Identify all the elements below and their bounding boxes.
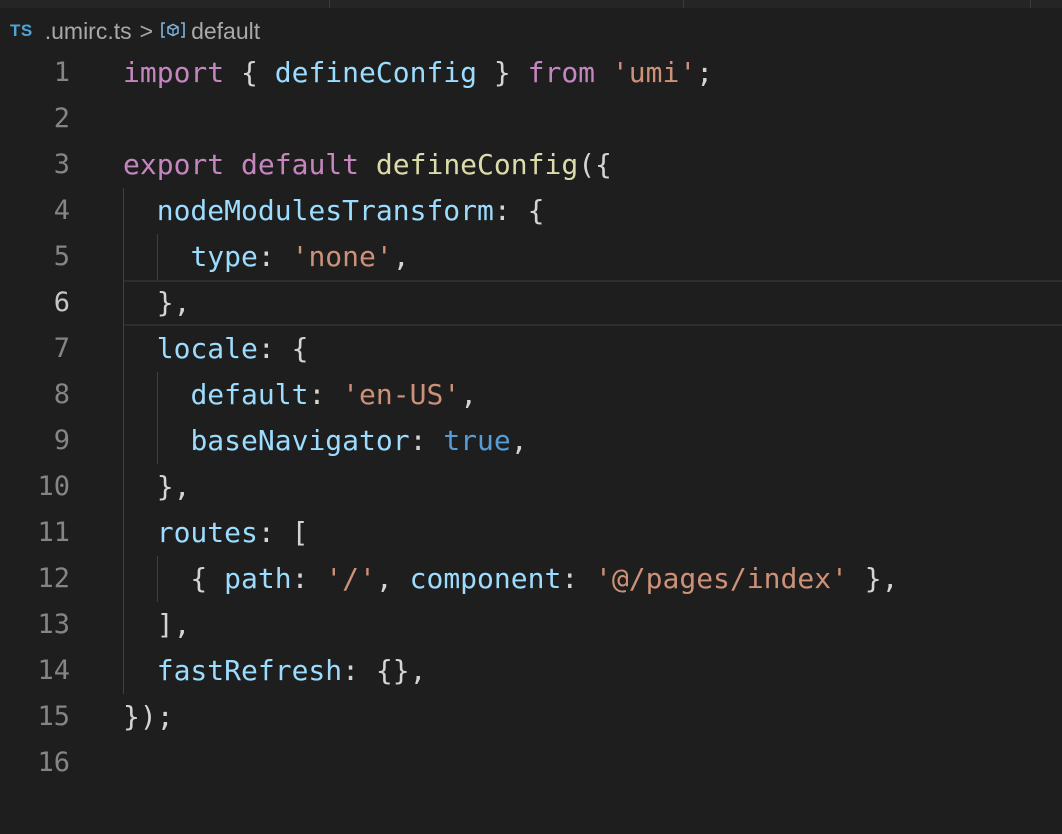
- code-token: ,: [510, 424, 528, 457]
- code-token: locale: [156, 332, 258, 365]
- code-editor[interactable]: TS .umirc.ts > default 1 2 3 4 5 6 7 8 9 10 11 12 13…: [0, 0, 1062, 834]
- code-token: '/': [325, 562, 376, 595]
- code-line[interactable]: });: [123, 694, 174, 740]
- code-token: import: [123, 56, 225, 89]
- code-line[interactable]: type: 'none',: [123, 234, 410, 280]
- code-token: :: [308, 378, 343, 411]
- code-line[interactable]: baseNavigator: true,: [123, 418, 528, 464]
- code-token: export: [123, 148, 225, 181]
- code-token: ,: [375, 562, 410, 595]
- line-number-gutter[interactable]: 1 2 3 4 5 6 7 8 9 10 11 12 13 14 15 16: [0, 50, 122, 834]
- code-token: : {: [493, 194, 545, 227]
- code-token: ({: [578, 148, 612, 181]
- code-line[interactable]: fastRefresh: {},: [123, 648, 427, 694]
- code-line[interactable]: import { defineConfig } from 'umi';: [123, 50, 713, 96]
- line-number: 10: [37, 471, 70, 502]
- code-token: : {: [257, 332, 309, 365]
- code-line[interactable]: ],: [123, 602, 191, 648]
- code-token: 'en-US': [342, 378, 461, 411]
- line-number: 7: [53, 333, 70, 364]
- code-token: ,: [392, 240, 410, 273]
- line-number: 3: [53, 149, 70, 180]
- code-token: '@/pages/index': [595, 562, 848, 595]
- code-token: 'umi': [611, 56, 697, 89]
- code-content[interactable]: import { defineConfig } from 'umi'; expor…: [123, 50, 1062, 834]
- code-token: },: [123, 470, 191, 503]
- typescript-file-icon: TS: [10, 21, 33, 40]
- line-number: 8: [53, 379, 70, 410]
- code-line[interactable]: routes: [: [123, 510, 309, 556]
- code-line[interactable]: },: [123, 464, 191, 510]
- code-token: from: [527, 56, 596, 89]
- code-token: routes: [156, 516, 258, 549]
- code-token: },: [123, 286, 191, 319]
- code-token: path: [224, 562, 292, 595]
- code-token: : {},: [342, 654, 427, 687]
- code-token: :: [291, 562, 326, 595]
- code-token: ],: [123, 608, 191, 641]
- code-token: :: [409, 424, 444, 457]
- code-token: : [: [257, 516, 309, 549]
- code-line[interactable]: locale: {: [123, 326, 309, 372]
- code-token: type: [190, 240, 258, 273]
- line-number: 9: [53, 425, 70, 456]
- chevron-right-icon: >: [139, 17, 154, 44]
- code-token: 'none': [291, 240, 393, 273]
- code-line[interactable]: },: [123, 280, 191, 326]
- code-token: nodeModulesTransform: [156, 194, 494, 227]
- code-token: }: [477, 56, 528, 89]
- line-number: 12: [37, 563, 70, 594]
- tab-divider: [1030, 0, 1031, 8]
- line-number: 11: [37, 517, 70, 548]
- code-token: {: [123, 562, 225, 595]
- code-token: :: [257, 240, 292, 273]
- line-number: 4: [53, 195, 70, 226]
- code-token: },: [847, 562, 899, 595]
- code-token: fastRefresh: [156, 654, 343, 687]
- code-token: {: [224, 56, 275, 89]
- tab-divider: [683, 0, 684, 8]
- symbol-module-icon: [160, 18, 186, 45]
- code-line[interactable]: { path: '/', component: '@/pages/index' …: [123, 556, 899, 602]
- code-line[interactable]: default: 'en-US',: [123, 372, 477, 418]
- breadcrumb-file[interactable]: .umirc.ts: [45, 18, 132, 45]
- code-line[interactable]: export default defineConfig({: [123, 142, 612, 188]
- code-token: default: [190, 378, 309, 411]
- line-number: 2: [53, 103, 70, 134]
- code-token: :: [561, 562, 596, 595]
- code-token: true: [443, 424, 511, 457]
- line-number: 6: [53, 287, 70, 318]
- line-number: 1: [53, 57, 70, 88]
- line-number: 5: [53, 241, 70, 272]
- code-token: ;: [696, 56, 714, 89]
- code-token: component: [409, 562, 562, 595]
- line-number: 16: [37, 747, 70, 778]
- code-line[interactable]: nodeModulesTransform: {: [123, 188, 545, 234]
- line-number: 14: [37, 655, 70, 686]
- code-token: baseNavigator: [190, 424, 410, 457]
- code-token: defineConfig: [375, 148, 579, 181]
- line-number: 15: [37, 701, 70, 732]
- breadcrumb: TS .umirc.ts > default: [10, 17, 260, 45]
- code-token: ,: [460, 378, 478, 411]
- code-token: defineConfig: [274, 56, 478, 89]
- breadcrumb-symbol[interactable]: default: [191, 18, 260, 45]
- code-token: default: [241, 148, 360, 181]
- line-number: 13: [37, 609, 70, 640]
- code-token: });: [123, 700, 174, 733]
- tab-bar-edge: [0, 0, 1062, 8]
- tab-divider: [329, 0, 330, 8]
